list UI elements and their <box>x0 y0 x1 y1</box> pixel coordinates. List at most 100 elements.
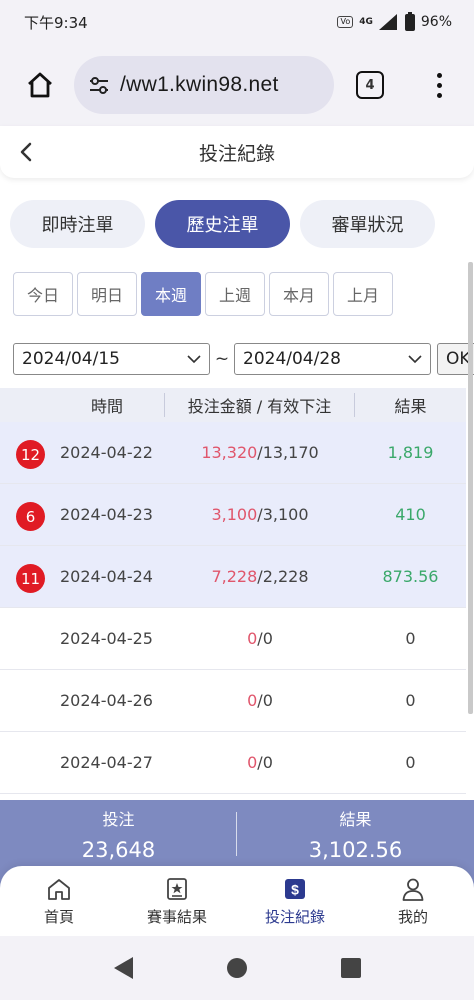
summary-result-value: 3,102.56 <box>308 838 403 862</box>
row-bet: 0/0 <box>165 691 355 710</box>
page-scrollbar[interactable] <box>468 262 473 714</box>
back-arrow-icon[interactable] <box>14 139 40 165</box>
page-header: 投注紀錄 <box>0 126 474 178</box>
recents-square-icon[interactable] <box>339 956 363 980</box>
row-date: 2024-04-25 <box>60 629 153 648</box>
row-result: 0 <box>405 629 416 648</box>
more-icon-dot <box>436 72 442 78</box>
status-time: 下午9:34 <box>24 13 88 32</box>
row-bet: 3,100/3,100 <box>165 505 355 524</box>
more-icon-dot <box>436 92 442 98</box>
period-this-month[interactable]: 本月 <box>269 272 329 316</box>
nav-bet-records[interactable]: $ 投注紀錄 <box>236 866 354 936</box>
row-bet-amount: 0 <box>247 691 258 710</box>
bet-history-table: 時間 投注金額 / 有效下注 結果 12 2024-04-22 13,320/1… <box>0 388 466 794</box>
date-from-select[interactable]: 2024/04/15 <box>13 343 210 375</box>
home-icon <box>48 878 70 900</box>
row-result: 0 <box>405 753 416 772</box>
battery-icon <box>404 11 415 31</box>
bet-count-badge: 11 <box>16 564 45 593</box>
row-valid-bet: /13,170 <box>257 443 319 462</box>
summary-result-label: 結果 <box>339 810 372 829</box>
svg-text:$: $ <box>291 881 299 897</box>
tab-switcher-button[interactable]: 4 <box>356 71 384 99</box>
user-icon <box>402 878 424 901</box>
back-triangle-icon[interactable] <box>111 955 135 981</box>
date-separator: ~ <box>214 349 230 369</box>
more-icon-dot <box>436 82 442 88</box>
table-header: 時間 投注金額 / 有效下注 結果 <box>0 388 466 422</box>
site-settings-icon[interactable] <box>86 72 112 98</box>
row-valid-bet: /3,100 <box>257 505 309 524</box>
header-bet: 投注金額 / 有效下注 <box>165 393 355 417</box>
row-result: 1,819 <box>387 443 434 462</box>
tab-review-status[interactable]: 審單狀況 <box>300 200 435 248</box>
period-today[interactable]: 今日 <box>13 272 73 316</box>
period-last-week[interactable]: 上週 <box>205 272 265 316</box>
bet-type-tabs: 即時注單 歷史注單 審單狀況 <box>10 200 450 248</box>
nav-profile-label: 我的 <box>397 907 428 926</box>
row-bet-amount: 0 <box>247 753 258 772</box>
row-bet: 13,320/13,170 <box>165 443 355 462</box>
table-row: 2024-04-26 0/0 0 <box>0 670 466 732</box>
row-valid-bet: /0 <box>257 753 273 772</box>
period-filter: 今日 明日 本週 上週 本月 上月 <box>13 272 393 316</box>
browser-menu-button[interactable] <box>434 72 444 98</box>
chevron-down-icon <box>187 355 201 364</box>
row-bet-amount: 0 <box>247 629 258 648</box>
date-from-value: 2024/04/15 <box>22 349 120 369</box>
dollar-icon: $ <box>285 878 305 899</box>
signal-icon <box>378 14 397 30</box>
chevron-down-icon <box>408 355 422 364</box>
tab-history-bets[interactable]: 歷史注單 <box>155 200 290 248</box>
status-bar: 下午9:34 Vo 4G 96% <box>0 0 474 44</box>
browser-home-button[interactable] <box>18 63 62 107</box>
row-bet-amount: 7,228 <box>211 567 258 586</box>
period-last-month[interactable]: 上月 <box>333 272 393 316</box>
volte-icon: Vo <box>337 16 354 28</box>
row-result: 0 <box>405 691 416 710</box>
bottom-nav: 首頁 賽事結果 $ 投注紀錄 我的 <box>0 866 474 936</box>
nav-home[interactable]: 首頁 <box>0 866 118 936</box>
row-bet-amount: 13,320 <box>201 443 258 462</box>
summary-bet-value: 23,648 <box>81 838 156 862</box>
row-bet: 7,228/2,228 <box>165 567 355 586</box>
tab-live-bets[interactable]: 即時注單 <box>10 200 145 248</box>
row-bet: 0/0 <box>165 629 355 648</box>
network-type: 4G <box>359 17 373 27</box>
table-row: 2024-04-27 0/0 0 <box>0 732 466 794</box>
date-to-value: 2024/04/28 <box>243 349 341 369</box>
row-valid-bet: /2,228 <box>257 567 309 586</box>
summary-divider <box>236 812 237 856</box>
header-result: 結果 <box>394 397 427 416</box>
date-to-select[interactable]: 2024/04/28 <box>234 343 431 375</box>
row-result: 873.56 <box>382 567 439 586</box>
battery-level: 96% <box>420 14 452 30</box>
url-bar[interactable]: /ww1.kwin98.net <box>74 56 334 114</box>
table-row[interactable]: 6 2024-04-23 3,100/3,100 410 <box>0 484 466 546</box>
table-row[interactable]: 11 2024-04-24 7,228/2,228 873.56 <box>0 546 466 608</box>
nav-match-results[interactable]: 賽事結果 <box>118 866 236 936</box>
summary-bet-label: 投注 <box>102 810 135 829</box>
star-badge-icon <box>167 877 187 900</box>
period-this-week[interactable]: 本週 <box>141 272 201 316</box>
bet-count-badge: 12 <box>16 440 45 469</box>
bet-count-badge: 6 <box>16 502 45 531</box>
url-text: /ww1.kwin98.net <box>120 73 279 96</box>
nav-profile[interactable]: 我的 <box>354 866 472 936</box>
table-row[interactable]: 12 2024-04-22 13,320/13,170 1,819 <box>0 422 466 484</box>
row-date: 2024-04-27 <box>60 753 153 772</box>
row-result: 410 <box>395 505 426 524</box>
nav-match-results-label: 賽事結果 <box>146 907 207 926</box>
date-range: 2024/04/15 ~ 2024/04/28 OK <box>13 343 474 375</box>
nav-bet-records-label: 投注紀錄 <box>264 907 325 926</box>
row-bet-amount: 3,100 <box>211 505 258 524</box>
header-time: 時間 <box>0 393 165 417</box>
row-date: 2024-04-26 <box>60 691 153 710</box>
home-circle-icon[interactable] <box>225 956 249 980</box>
browser-toolbar: /ww1.kwin98.net 4 <box>0 44 474 126</box>
row-valid-bet: /0 <box>257 691 273 710</box>
nav-home-label: 首頁 <box>43 907 74 926</box>
row-valid-bet: /0 <box>257 629 273 648</box>
period-tomorrow[interactable]: 明日 <box>77 272 137 316</box>
